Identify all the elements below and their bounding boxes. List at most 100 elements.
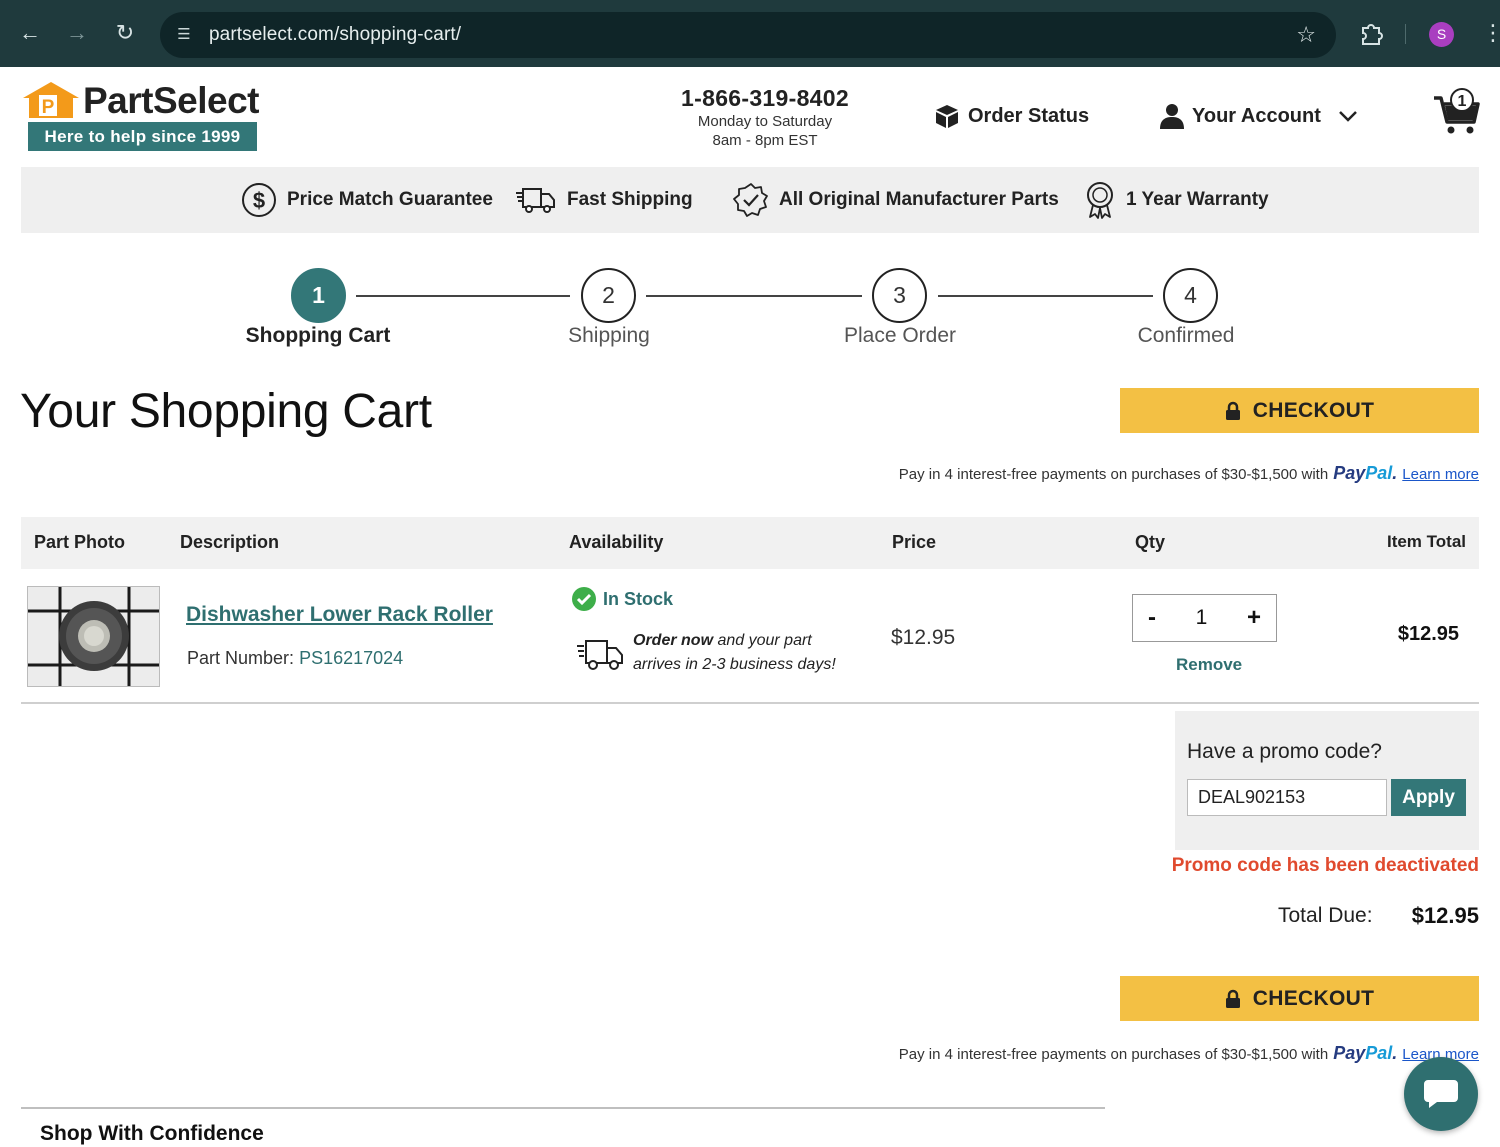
cart-item-row: Dishwasher Lower Rack Roller Part Number…	[21, 569, 1479, 704]
box-icon	[936, 105, 958, 128]
browser-toolbar: ← → ↻ ☰ partselect.com/shopping-cart/ ☆ …	[0, 0, 1500, 67]
part-photo[interactable]	[27, 586, 160, 687]
promo-error-message: Promo code has been deactivated	[1171, 855, 1479, 876]
step-connector	[938, 295, 1153, 297]
step-1-circle: 1	[291, 268, 346, 323]
cart-icon[interactable]: 1	[1432, 86, 1482, 136]
order-now-text: Order now	[633, 632, 714, 649]
badge-check-icon	[733, 183, 768, 217]
forward-arrow-icon[interactable]: →	[64, 20, 90, 46]
paypal-text: Pay in 4 interest-free payments on purch…	[898, 1046, 1329, 1063]
benefit-label: All Original Manufacturer Parts	[779, 189, 1059, 210]
checkout-label: CHECKOUT	[1252, 398, 1375, 422]
promo-label: Have a promo code?	[1187, 740, 1382, 763]
ship-line2-text: arrives in 2-3 business days!	[633, 656, 836, 673]
paypal-text: Pay in 4 interest-free payments on purch…	[898, 466, 1329, 483]
chat-button[interactable]	[1404, 1057, 1478, 1131]
qty-value[interactable]: 1	[1196, 606, 1208, 630]
site-info-icon[interactable]: ☰	[172, 23, 196, 47]
paypal-message-top: Pay in 4 interest-free payments on purch…	[899, 463, 1479, 484]
qty-increase-button[interactable]: +	[1247, 606, 1261, 630]
col-item-total: Item Total	[1386, 532, 1466, 551]
checkout-button-bottom[interactable]: CHECKOUT	[1120, 976, 1479, 1021]
step-4-circle: 4	[1163, 268, 1218, 323]
svg-text:$: $	[253, 188, 265, 213]
truck-icon	[516, 188, 555, 213]
paypal-logo: PayPal.	[1333, 463, 1398, 483]
step-1-label: Shopping Cart	[245, 324, 391, 347]
checkout-button-top[interactable]: CHECKOUT	[1120, 388, 1479, 433]
remove-item-link[interactable]: Remove	[1176, 655, 1242, 675]
benefit-original-parts: All Original Manufacturer Parts	[733, 181, 1059, 219]
ribbon-award-icon	[1087, 182, 1113, 219]
order-status-label: Order Status	[968, 104, 1090, 127]
paypal-logo: PayPal.	[1333, 1043, 1398, 1063]
col-description: Description	[180, 532, 280, 552]
step-connector	[646, 295, 862, 297]
chevron-down-icon	[1339, 111, 1357, 122]
hours-days: Monday to Saturday	[697, 113, 833, 130]
cart-count: 1	[1458, 93, 1467, 110]
part-number: Part Number: PS16217024	[187, 648, 404, 668]
house-logo-icon: P	[23, 82, 79, 118]
step-3-circle: 3	[872, 268, 927, 323]
extensions-puzzle-icon[interactable]	[1357, 19, 1385, 47]
check-circle-icon	[572, 587, 596, 611]
benefit-warranty: 1 Year Warranty	[1084, 181, 1269, 219]
shipping-note: Order now and your part arrives in 2-3 b…	[576, 629, 866, 679]
cart-table-header: Part Photo Description Availability Pric…	[21, 517, 1479, 569]
lock-icon	[1225, 401, 1240, 420]
your-account-menu[interactable]: Your Account	[1160, 103, 1359, 129]
quantity-stepper[interactable]: - 1 +	[1132, 594, 1277, 642]
step-4-label: Confirmed	[1137, 324, 1235, 347]
step-2-label: Shipping	[568, 324, 650, 347]
col-part-photo: Part Photo	[34, 532, 126, 552]
lock-icon	[1225, 989, 1240, 1008]
toolbar-separator	[1405, 24, 1406, 44]
partselect-logo[interactable]: P PartSelect Here to help since 1999	[23, 80, 260, 152]
item-name-link[interactable]: Dishwasher Lower Rack Roller	[186, 603, 493, 627]
benefits-bar: $ Price Match Guarantee Fast Shipping Al…	[21, 167, 1479, 233]
apply-button[interactable]: Apply	[1391, 779, 1466, 816]
benefit-fast-shipping: Fast Shipping	[515, 181, 693, 219]
brand-tagline: Here to help since 1999	[28, 122, 257, 151]
col-availability: Availability	[569, 532, 664, 552]
qty-decrease-button[interactable]: -	[1148, 606, 1156, 630]
profile-avatar[interactable]: S	[1429, 22, 1454, 47]
benefit-label: Price Match Guarantee	[287, 189, 493, 210]
chat-bubble-icon	[1424, 1080, 1458, 1108]
total-due-label: Total Due:	[1278, 904, 1373, 927]
your-account-label: Your Account	[1192, 104, 1321, 127]
page-title: Your Shopping Cart	[20, 385, 432, 438]
col-qty: Qty	[1135, 532, 1166, 552]
step-connector	[356, 295, 570, 297]
reload-icon[interactable]: ↻	[112, 20, 138, 46]
benefit-price-match: $ Price Match Guarantee	[241, 181, 493, 219]
item-total: $12.95	[1397, 623, 1459, 645]
promo-code-input[interactable]	[1187, 779, 1387, 816]
benefit-label: Fast Shipping	[567, 189, 693, 210]
learn-more-link[interactable]: Learn more	[1402, 466, 1479, 483]
contact-phone-block: 1-866-319-8402 Monday to Saturday 8am - …	[660, 85, 870, 150]
checkout-label: CHECKOUT	[1252, 986, 1375, 1010]
back-arrow-icon[interactable]: ←	[17, 20, 43, 46]
svg-text:P: P	[42, 97, 55, 118]
kebab-menu-icon[interactable]: ⋮	[1482, 19, 1500, 47]
unit-price: $12.95	[891, 626, 956, 649]
hours-time: 8am - 8pm EST	[712, 132, 818, 149]
stock-status: In Stock	[571, 586, 673, 612]
brand-name: PartSelect	[83, 80, 260, 121]
user-icon	[1160, 104, 1184, 129]
shop-with-confidence-heading: Shop With Confidence	[40, 1122, 264, 1145]
address-bar[interactable]: ☰ partselect.com/shopping-cart/ ☆	[160, 12, 1336, 58]
part-number-value[interactable]: PS16217024	[299, 648, 403, 668]
bookmark-star-icon[interactable]: ☆	[1296, 22, 1316, 48]
phone-number[interactable]: 1-866-319-8402	[660, 85, 870, 112]
rack-roller-image	[28, 587, 159, 686]
stock-label: In Stock	[603, 588, 674, 609]
order-status-link[interactable]: Order Status	[934, 103, 1089, 129]
paypal-message-bottom: Pay in 4 interest-free payments on purch…	[899, 1043, 1479, 1064]
benefit-label: 1 Year Warranty	[1126, 189, 1269, 210]
url-text[interactable]: partselect.com/shopping-cart/	[209, 24, 461, 46]
step-2-circle: 2	[581, 268, 636, 323]
